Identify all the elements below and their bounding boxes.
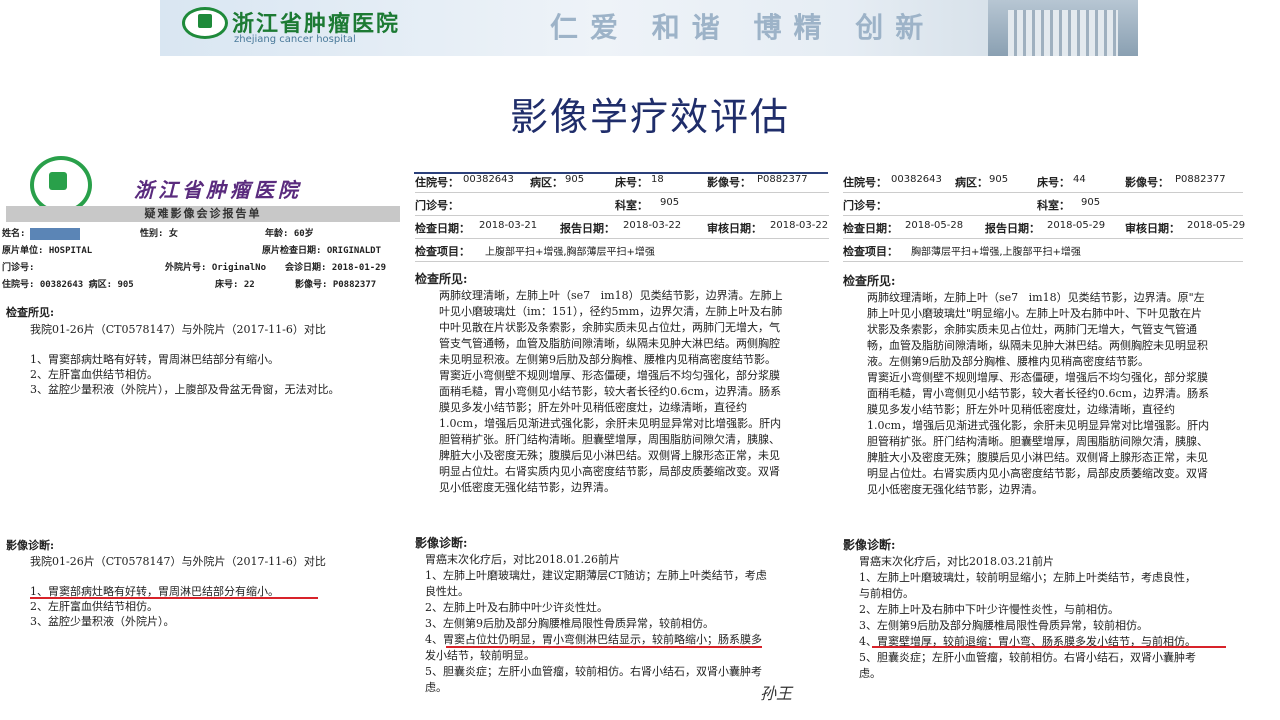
report-header-label: 检查项目： <box>843 245 898 258</box>
report-header-value: 2018-03-21 <box>479 220 538 231</box>
report-header-value: 00382643 <box>891 174 942 185</box>
report-header-row: 检查日期： 2018-03-21 报告日期： 2018-03-22 审核日期： 2018-… <box>415 216 829 239</box>
report-header-label: 影像号： <box>707 176 751 189</box>
report-header-field: 影像号: P0882377 <box>295 280 377 290</box>
report-header-label: 门诊号： <box>843 199 887 212</box>
report-header-field: 会诊日期: 2018-01-29 <box>285 263 387 273</box>
report-header-row: 住院号： 00382643 病区： 905 床号： 18 影像号： P0882377 <box>415 170 829 193</box>
diagnosis-label: 影像诊断: <box>6 539 55 552</box>
report-header-field: 性别: 女 <box>140 229 178 239</box>
consult-report-panel: 浙江省肿瘤医院 疑难影像会诊报告单 姓名: 性别: 女 年龄: 60岁原片单位: H… <box>0 152 406 700</box>
diagnosis-label: 影像诊断: <box>843 538 896 552</box>
report-header-value: 胸部薄层平扫+增强,上腹部平扫+增强 <box>911 247 1081 258</box>
report-header-value: 18 <box>651 174 664 185</box>
report-header-value: 上腹部平扫+增强,胸部薄层平扫+增强 <box>485 247 655 258</box>
report-header-label: 审核日期： <box>707 222 762 235</box>
diagnosis-text: 胃癌末次化疗后，对比2018.03.21前片 1、左肺上叶磨玻璃灶，较前明显缩小… <box>859 555 1196 680</box>
report-header-value: 2018-05-29 <box>1047 220 1106 231</box>
report-header-label: 科室： <box>1037 199 1070 212</box>
findings-text: 两肺纹理清晰，左肺上叶（se7 im18）见类结节影，边界清。左肺上 叶见小磨玻… <box>439 289 783 494</box>
hospital-building-image <box>988 0 1138 56</box>
report-header-value: 905 <box>1081 197 1101 208</box>
report-header-label: 床号： <box>1037 176 1070 189</box>
report-header-label: 影像号： <box>1125 176 1169 189</box>
diagnosis-text: 我院01-26片（CT0578147）与外院片（2017-11-6）对比 1、胃窦… <box>30 554 326 629</box>
page-title: 影像学疗效评估 <box>509 95 790 139</box>
banner-slogan: 仁爱 和谐 博精 创新 <box>550 11 936 44</box>
doctor-signature: 孙王 <box>760 684 793 703</box>
highlight-underline <box>30 597 318 599</box>
diagnosis-line: 2、左肝富血供结节相仿。 <box>30 600 158 613</box>
report-header-value: 44 <box>1073 174 1086 185</box>
report-header-field: 年龄: 60岁 <box>265 229 314 239</box>
report-header-label: 病区： <box>955 176 988 189</box>
report-header-field: 原片检查日期: ORIGINALDT <box>262 246 382 256</box>
findings-line <box>30 337 340 352</box>
report-header-label: 检查项目： <box>415 245 470 258</box>
report-header-row: 检查项目： 上腹部平扫+增强,胸部薄层平扫+增强 <box>415 239 829 262</box>
report-header-row: 住院号： 00382643 病区： 905 床号： 44 影像号： P0882377 <box>843 170 1243 193</box>
findings-label: 检查所见: <box>843 274 896 288</box>
highlight-underline <box>872 646 1226 648</box>
report-header-value: P0882377 <box>1175 174 1226 185</box>
report-header-field: 外院片号: OriginalNo <box>165 263 267 273</box>
report-header-value: 905 <box>565 174 585 185</box>
banner-hospital-name-en: zhejiang cancer hospital <box>234 34 356 45</box>
report-header-label: 报告日期： <box>985 222 1040 235</box>
report-header-label: 报告日期： <box>560 222 615 235</box>
findings-line: 1、胃窦部病灶略有好转，胃周淋巴结部分有缩小。 <box>30 353 279 366</box>
report-header-value: 905 <box>989 174 1009 185</box>
report-header-label: 科室： <box>615 199 648 212</box>
report-header-row: 检查项目： 胸部薄层平扫+增强,上腹部平扫+增强 <box>843 239 1243 262</box>
report-header-value: P0882377 <box>757 174 808 185</box>
report-header-label: 检查日期： <box>415 222 470 235</box>
report-header-value: 2018-05-28 <box>905 220 964 231</box>
report-header-label: 审核日期： <box>1125 222 1180 235</box>
hospital-logo-icon <box>182 7 228 39</box>
redacted-name-block <box>30 228 80 240</box>
report-header-field: 姓名: <box>2 229 26 239</box>
report-header-row: 门诊号： 科室： 905 <box>843 193 1243 216</box>
report-header-label: 检查日期： <box>843 222 898 235</box>
diagnosis-label: 影像诊断: <box>415 536 468 550</box>
hospital-banner: 浙江省肿瘤医院 zhejiang cancer hospital 仁爱 和谐 博… <box>160 0 1138 56</box>
ct-report-panel-may: 住院号： 00382643 病区： 905 床号： 44 影像号： P0882377 门诊号：科… <box>843 170 1246 700</box>
diagnosis-line: 我院01-26片（CT0578147）与外院片（2017-11-6）对比 <box>30 555 326 568</box>
report-header-row: 住院号: 00382643 病区: 905 床号: 22 影像号: P0882377 <box>0 277 406 294</box>
diagnosis-line <box>30 569 326 584</box>
report-header-label: 床号： <box>615 176 648 189</box>
report-header-field: 床号: 22 <box>215 280 255 290</box>
report-header-value: 905 <box>660 197 680 208</box>
report-hospital-name: 浙江省肿瘤医院 <box>134 178 302 202</box>
diagnosis-line: 3、盆腔少量积液（外院片）。 <box>30 615 175 628</box>
ct-report-panel-march: 住院号： 00382643 病区： 905 床号： 18 影像号： P0882377 门诊号：科… <box>415 170 829 700</box>
report-header-row: 原片单位: HOSPITAL 原片检查日期: ORIGINALDT <box>0 243 406 260</box>
report-header-value: 2018-03-22 <box>623 220 682 231</box>
findings-line: 我院01-26片（CT0578147）与外院片（2017-11-6）对比 <box>30 323 326 336</box>
report-header-value: 2018-03-22 <box>770 220 829 231</box>
report-subtitle: 疑难影像会诊报告单 <box>6 206 400 222</box>
report-header-label: 门诊号： <box>415 199 459 212</box>
report-header-value: 00382643 <box>463 174 514 185</box>
findings-text: 两肺纹理清晰，左肺上叶（se7 im18）见类结节影，边界清。原"左 肺上叶见小… <box>867 291 1210 496</box>
report-header-row: 门诊号: 外院片号: OriginalNo 会诊日期: 2018-01-29 <box>0 260 406 277</box>
report-header-field: 门诊号: <box>2 263 35 273</box>
report-header-field: 原片单位: HOSPITAL <box>2 246 93 256</box>
findings-text: 我院01-26片（CT0578147）与外院片（2017-11-6）对比 1、胃窦… <box>30 322 340 397</box>
report-header-row: 检查日期： 2018-05-28 报告日期： 2018-05-29 审核日期： 2018-… <box>843 216 1246 239</box>
findings-line: 2、左肝富血供结节相仿。 <box>30 368 158 381</box>
findings-line: 3、盆腔少量积液（外院片），上腹部及骨盆无骨窗，无法对比。 <box>30 383 340 396</box>
diagnosis-text: 胃癌末次化疗后，对比2018.01.26前片 1、左肺上叶磨玻璃灶，建议定期薄层… <box>425 553 767 694</box>
findings-label: 检查所见: <box>415 272 468 286</box>
report-header-field: 住院号: 00382643 病区: 905 <box>2 280 134 290</box>
report-header-value: 2018-05-29 <box>1187 220 1246 231</box>
findings-label: 检查所见: <box>6 306 55 319</box>
report-header-row: 门诊号： 科室： 905 <box>415 193 829 216</box>
report-header-label: 住院号： <box>415 176 459 189</box>
highlight-underline <box>446 646 762 648</box>
report-header-label: 住院号： <box>843 176 887 189</box>
report-header-label: 病区： <box>530 176 563 189</box>
